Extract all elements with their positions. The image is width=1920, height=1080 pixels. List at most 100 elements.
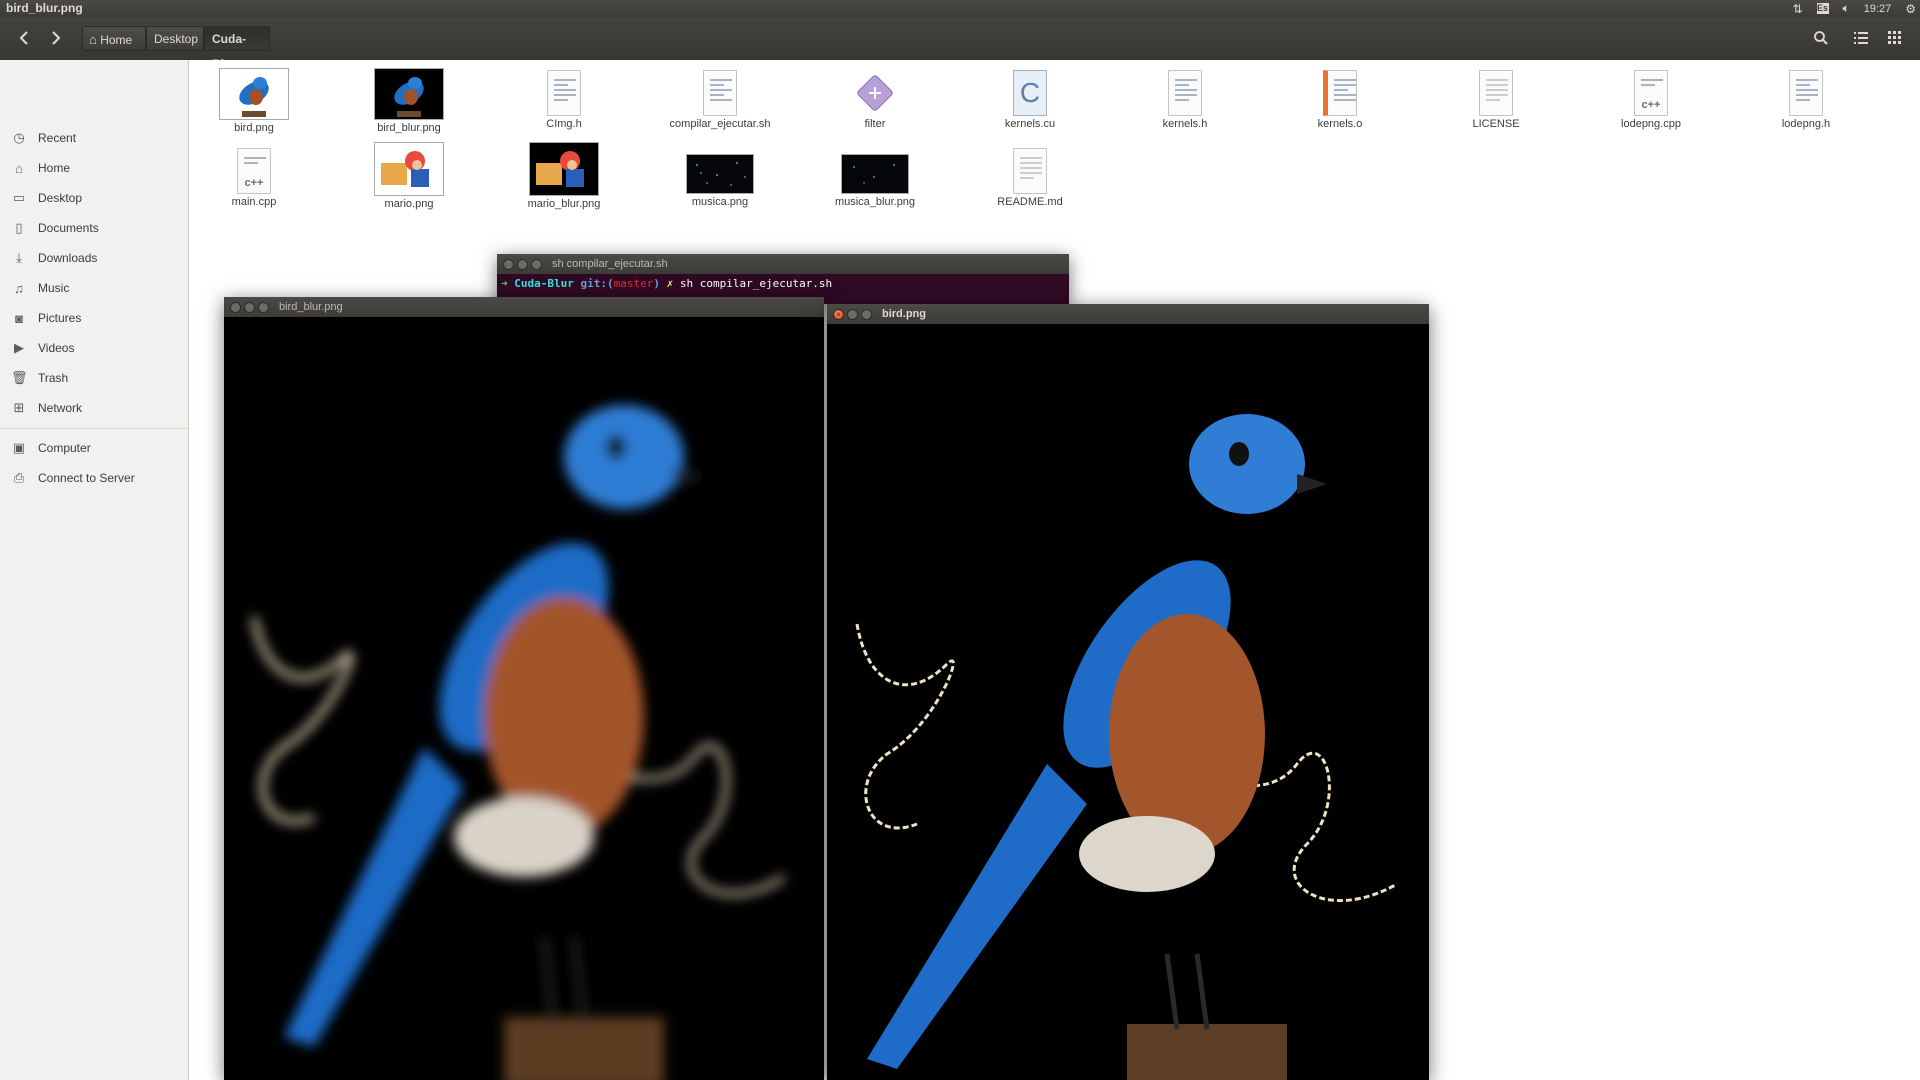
original-bird-image — [827, 324, 1429, 1080]
plain-file-icon — [1479, 70, 1513, 116]
volume-icon[interactable]: 🔈︎ — [1843, 1, 1850, 16]
video-icon: ▶ — [14, 340, 24, 355]
sidebar-item-label: Music — [38, 281, 70, 295]
sidebar-item-desktop[interactable]: ▭ Desktop — [0, 184, 188, 212]
image-thumbnail — [374, 142, 444, 196]
breadcrumb-home[interactable]: ⌂ Home — [82, 26, 146, 51]
file-name: musica_blur.png — [834, 196, 916, 208]
sidebar-item-music[interactable]: ♫ Music — [0, 274, 188, 302]
file-item[interactable]: CImg.h — [499, 70, 629, 130]
server-icon: ⎙ — [13, 470, 25, 485]
file-name: kernels.o — [1317, 118, 1363, 130]
image-thumbnail — [374, 68, 444, 120]
file-name: filter — [864, 118, 886, 130]
close-button[interactable] — [230, 302, 241, 313]
file-item[interactable]: bird.png — [189, 68, 319, 134]
sidebar-item-videos[interactable]: ▶ Videos — [0, 334, 188, 362]
breadcrumb-desktop[interactable]: Desktop — [146, 26, 204, 51]
sidebar-item-label: Home — [38, 161, 71, 175]
sidebar-item-documents[interactable]: ▯ Documents — [0, 214, 188, 242]
back-button[interactable] — [12, 26, 36, 50]
close-button[interactable]: × — [833, 309, 844, 320]
image-thumbnail — [686, 154, 754, 194]
search-button[interactable] — [1808, 26, 1834, 50]
file-name: CImg.h — [546, 118, 582, 130]
close-button[interactable] — [503, 259, 514, 270]
folder-icon: ▭ — [12, 190, 26, 205]
file-name: musica.png — [691, 196, 749, 208]
file-item[interactable]: c++ lodepng.cpp — [1586, 70, 1716, 130]
sidebar-item-pictures[interactable]: ◙ Pictures — [0, 304, 188, 332]
trash-icon: 🗑︎ — [11, 370, 28, 385]
sidebar-item-home[interactable]: ⌂ Home — [0, 154, 188, 182]
image-viewer-blurred[interactable]: bird_blur.png — [224, 297, 824, 1080]
prompt-arrow: ➜ — [501, 277, 508, 290]
image-viewer-original[interactable]: × bird.png — [827, 304, 1429, 1080]
computer-icon: ▣ — [12, 440, 26, 455]
sidebar-item-network[interactable]: ⊞ Network — [0, 394, 188, 422]
terminal-command: sh compilar_ejecutar.sh — [679, 277, 833, 290]
prompt-directory: Cuda-Blur — [514, 277, 574, 290]
text-file-icon — [547, 70, 581, 116]
window-title: bird.png — [882, 308, 926, 320]
settings-gear-icon[interactable]: ⚙︎ — [1905, 2, 1916, 16]
document-icon: ▯ — [15, 220, 23, 235]
sidebar-item-connect-to-server[interactable]: ⎙ Connect to Server — [0, 464, 188, 492]
keyboard-layout-indicator[interactable]: Es — [1816, 3, 1829, 14]
home-icon: ⌂ — [15, 160, 23, 176]
grid-view-button[interactable] — [1882, 26, 1908, 50]
maximize-button[interactable] — [861, 309, 872, 320]
file-name: lodepng.h — [1781, 118, 1831, 130]
file-item[interactable]: kernels.h — [1120, 70, 1250, 130]
breadcrumb-cuda-blur[interactable]: Cuda-Blur — [204, 26, 270, 71]
places-sidebar: ◷ Recent ⌂ Home ▭ Desktop ▯ Documents ⤓ Downl… — [0, 60, 189, 1080]
file-name: LICENSE — [1472, 118, 1520, 130]
file-name: bird.png — [234, 122, 274, 134]
file-item[interactable]: kernels.o — [1275, 70, 1405, 130]
maximize-button[interactable] — [258, 302, 269, 313]
file-item[interactable]: lodepng.h — [1741, 70, 1871, 130]
file-item[interactable]: mario.png — [344, 142, 474, 210]
sidebar-item-downloads[interactable]: ⤓ Downloads — [0, 244, 188, 272]
minimize-button[interactable] — [244, 302, 255, 313]
file-item[interactable]: musica.png — [655, 154, 785, 208]
file-item[interactable]: musica_blur.png — [810, 154, 940, 208]
blur-viewer-titlebar[interactable]: bird_blur.png — [224, 297, 824, 317]
sidebar-item-label: Trash — [38, 371, 69, 385]
sidebar-item-label: Downloads — [38, 251, 98, 265]
download-icon: ⤓ — [16, 250, 22, 265]
file-item[interactable]: C kernels.cu — [965, 70, 1095, 130]
list-view-button[interactable] — [1848, 26, 1874, 50]
panel-indicators: ⇅ Es 🔈︎ 19:27 ⚙︎ — [1792, 0, 1916, 17]
prompt-dirty-mark: ✗ — [666, 277, 674, 290]
minimize-button[interactable] — [847, 309, 858, 320]
bird-viewer-titlebar[interactable]: × bird.png — [827, 304, 1429, 324]
terminal-titlebar[interactable]: sh compilar_ejecutar.sh — [497, 254, 1069, 274]
file-item[interactable]: filter — [810, 70, 940, 130]
prompt-git: git:( — [580, 277, 614, 290]
forward-button[interactable] — [44, 26, 68, 50]
file-name: main.cpp — [231, 196, 277, 208]
image-thumbnail — [841, 154, 909, 194]
sidebar-item-computer[interactable]: ▣ Computer — [0, 434, 188, 462]
minimize-button[interactable] — [517, 259, 528, 270]
network-updown-icon[interactable]: ⇅ — [1792, 2, 1802, 16]
clock[interactable]: 19:27 — [1864, 3, 1892, 15]
file-item[interactable]: README.md — [965, 148, 1095, 208]
camera-icon: ◙ — [15, 310, 23, 326]
file-item[interactable]: c++ main.cpp — [189, 148, 319, 208]
text-file-icon — [1168, 70, 1202, 116]
maximize-button[interactable] — [531, 259, 542, 270]
file-item[interactable]: LICENSE — [1431, 70, 1561, 130]
cpp-file-icon: c++ — [237, 148, 271, 194]
sidebar-item-recent[interactable]: ◷ Recent — [0, 124, 188, 152]
sidebar-item-trash[interactable]: 🗑︎ Trash — [0, 364, 188, 392]
breadcrumb-label: Home — [100, 33, 133, 47]
terminal-prompt-line[interactable]: ➜ Cuda-Blur git:(master) ✗ sh compilar_e… — [501, 277, 832, 290]
file-item[interactable]: mario_blur.png — [499, 142, 629, 210]
file-item[interactable]: compilar_ejecutar.sh — [655, 70, 785, 130]
sidebar-item-label: Connect to Server — [38, 471, 135, 485]
file-item[interactable]: bird_blur.png — [344, 68, 474, 134]
prompt-branch: master — [613, 277, 654, 290]
c-source-icon: C — [1013, 70, 1047, 116]
